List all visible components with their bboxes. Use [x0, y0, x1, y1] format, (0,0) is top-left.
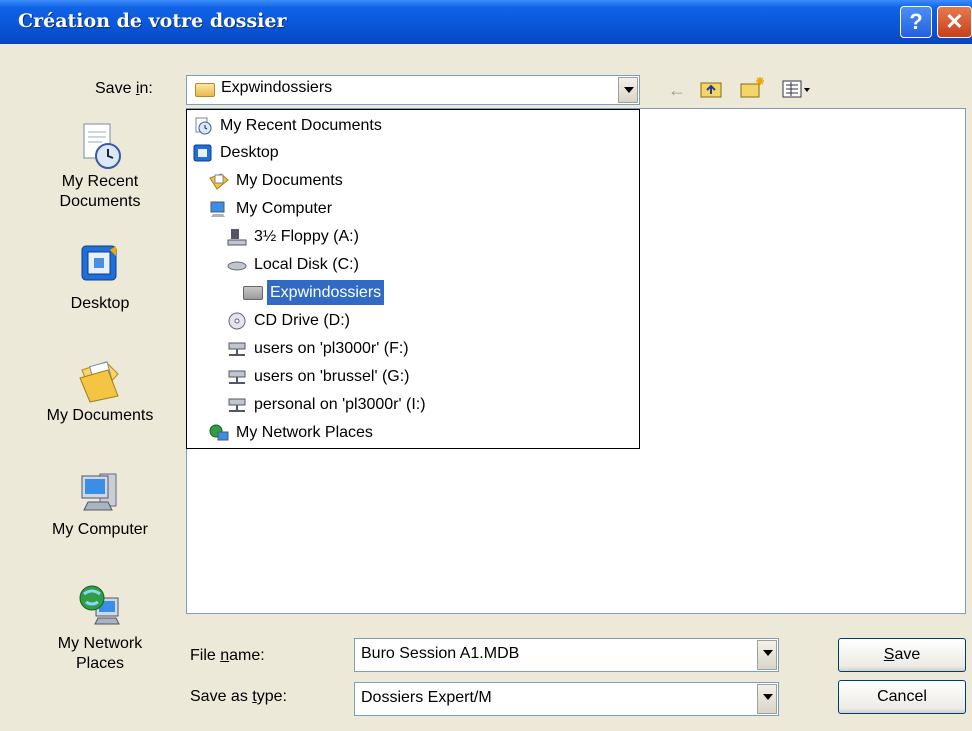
save-in-label: Save in: [95, 80, 153, 97]
dropdown-item-label: My Network Places [236, 424, 373, 441]
file-name-dropdown-button[interactable] [757, 640, 777, 670]
places-label: My Network Places [57, 635, 143, 672]
places-my-network-places[interactable]: My Network Places [30, 584, 170, 674]
network-drive-icon [228, 370, 246, 384]
dropdown-item-label: 3½ Floppy (A:) [254, 228, 359, 245]
recent-documents-icon [195, 117, 212, 135]
save-as-type-dropdown-button[interactable] [757, 684, 777, 714]
my-documents-icon [78, 356, 122, 403]
file-name-label: File name: [190, 647, 265, 664]
back-arrow-icon[interactable]: ← [668, 80, 686, 102]
window-title: Création de votre dossier [18, 10, 287, 32]
save-as-type-select[interactable]: Dossiers Expert/M [354, 682, 779, 716]
save-in-dropdown-list: My Recent Documents Desktop My Documents… [186, 109, 640, 449]
views-menu-icon[interactable] [782, 79, 812, 101]
dropdown-item-label: Desktop [220, 144, 279, 161]
places-desktop[interactable]: Desktop [30, 244, 170, 314]
places-label: My Documents [46, 407, 154, 424]
save-in-combo[interactable]: Expwindossiers [186, 75, 640, 105]
places-my-documents[interactable]: My Documents [30, 356, 170, 426]
title-bar: Création de votre dossier ? ✕ [0, 0, 972, 44]
save-button[interactable]: Save [838, 638, 966, 672]
network-places-icon [209, 424, 229, 441]
close-icon: ✕ [945, 9, 964, 34]
floppy-drive-icon [227, 229, 247, 246]
cd-drive-icon [228, 312, 246, 330]
dropdown-item-label: users on 'brussel' (G:) [254, 368, 410, 385]
save-as-type-label: Save as type: [190, 688, 287, 705]
folder-icon [243, 286, 263, 300]
dropdown-item-label: Local Disk (C:) [254, 256, 359, 273]
places-label: Desktop [70, 295, 130, 312]
places-label: My Computer [51, 521, 149, 538]
folder-icon [195, 83, 215, 97]
places-my-recent-documents[interactable]: My Recent Documents [30, 122, 170, 212]
save-in-dropdown-button[interactable] [618, 77, 638, 103]
dropdown-item-label: personal on 'pl3000r' (I:) [254, 396, 426, 413]
my-documents-icon [209, 173, 229, 190]
network-places-icon [78, 584, 122, 628]
my-computer-icon [210, 201, 225, 217]
recent-documents-icon [78, 122, 122, 169]
up-one-level-icon[interactable] [700, 78, 722, 100]
save-as-type-value: Dossiers Expert/M [361, 689, 492, 706]
desktop-icon [78, 244, 122, 288]
dropdown-item-label: CD Drive (D:) [254, 312, 350, 329]
places-my-computer[interactable]: My Computer [30, 470, 170, 540]
local-disk-icon [227, 261, 247, 271]
network-drive-icon [228, 342, 246, 356]
my-computer-icon [78, 470, 122, 514]
cancel-button[interactable]: Cancel [838, 680, 966, 714]
close-button[interactable]: ✕ [937, 6, 972, 38]
desktop-icon [193, 144, 212, 162]
help-icon: ? [909, 9, 923, 34]
dropdown-item-label: Expwindossiers [265, 279, 386, 306]
file-name-value: Buro Session A1.MDB [361, 645, 520, 662]
places-label: My Recent Documents [59, 173, 141, 210]
save-in-value: Expwindossiers [221, 79, 333, 96]
dropdown-item-label: My Recent Documents [220, 117, 382, 134]
dropdown-item-label: My Computer [236, 200, 333, 217]
file-name-input[interactable]: Buro Session A1.MDB [354, 638, 779, 672]
dropdown-item-label: My Documents [236, 172, 343, 189]
new-folder-icon[interactable] [740, 76, 766, 98]
dropdown-item-label: users on 'pl3000r' (F:) [254, 340, 409, 357]
help-button[interactable]: ? [900, 6, 932, 38]
network-drive-icon [228, 398, 246, 412]
